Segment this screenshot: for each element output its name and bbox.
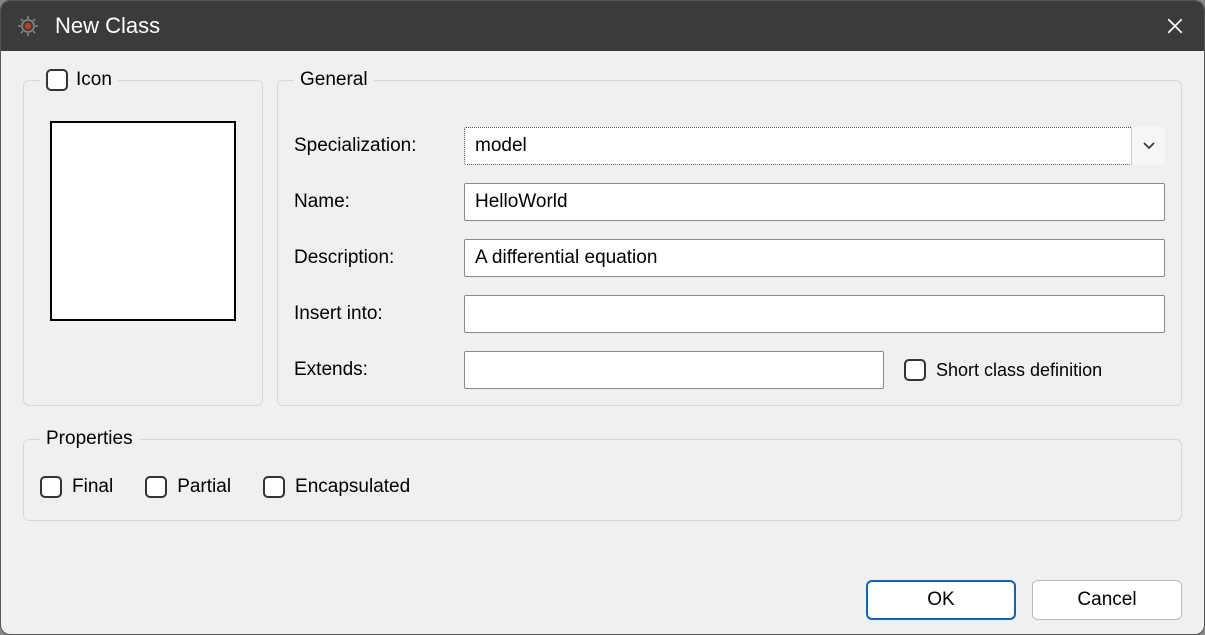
short-class-def-checkbox[interactable]: [904, 359, 926, 381]
specialization-dropdown-button[interactable]: [1131, 127, 1165, 165]
dialog-content: Icon General Specialization:: [1, 51, 1204, 634]
cancel-button[interactable]: Cancel: [1032, 580, 1182, 620]
extends-input[interactable]: [464, 351, 884, 389]
properties-group: Properties Final Partial Encapsulated: [23, 428, 1182, 521]
app-gear-icon: [15, 13, 41, 39]
row-description: Description:: [294, 239, 1165, 277]
encapsulated-checkbox[interactable]: [263, 476, 285, 498]
cancel-button-label: Cancel: [1077, 589, 1136, 611]
specialization-combo[interactable]: [464, 127, 1165, 165]
label-description: Description:: [294, 247, 454, 269]
partial-item: Partial: [145, 476, 231, 498]
chevron-down-icon: [1143, 142, 1155, 150]
general-legend: General: [294, 69, 374, 91]
ok-button-label: OK: [927, 589, 954, 611]
row-extends: Extends: Short class definition: [294, 351, 1165, 389]
final-checkbox[interactable]: [40, 476, 62, 498]
label-name: Name:: [294, 191, 454, 213]
final-label: Final: [72, 476, 113, 498]
icon-checkbox[interactable]: [46, 69, 68, 91]
encapsulated-item: Encapsulated: [263, 476, 410, 498]
encapsulated-label: Encapsulated: [295, 476, 410, 498]
name-input[interactable]: [464, 183, 1165, 221]
short-class-def-wrap: Short class definition: [904, 359, 1102, 381]
dialog-window: New Class Icon General Specialization:: [0, 0, 1205, 635]
ok-button[interactable]: OK: [866, 580, 1016, 620]
icon-legend-label: Icon: [76, 69, 112, 91]
row-specialization: Specialization:: [294, 127, 1165, 165]
properties-legend: Properties: [40, 428, 139, 450]
button-row: OK Cancel: [23, 562, 1182, 620]
icon-preview-box[interactable]: [50, 121, 236, 321]
partial-label: Partial: [177, 476, 231, 498]
label-specialization: Specialization:: [294, 135, 454, 157]
close-button[interactable]: [1160, 11, 1190, 41]
titlebar: New Class: [1, 1, 1204, 51]
short-class-def-label: Short class definition: [936, 360, 1102, 381]
icon-legend: Icon: [40, 69, 118, 91]
window-title: New Class: [55, 13, 1160, 39]
label-insert-into: Insert into:: [294, 303, 454, 325]
specialization-input[interactable]: [464, 127, 1165, 165]
top-row: Icon General Specialization:: [23, 69, 1182, 406]
label-extends: Extends:: [294, 359, 454, 381]
partial-checkbox[interactable]: [145, 476, 167, 498]
properties-row: Final Partial Encapsulated: [40, 462, 1165, 504]
insert-into-input[interactable]: [464, 295, 1165, 333]
description-input[interactable]: [464, 239, 1165, 277]
close-icon: [1166, 17, 1184, 35]
row-name: Name:: [294, 183, 1165, 221]
icon-group: Icon: [23, 69, 263, 406]
general-group: General Specialization: Name:: [277, 69, 1182, 406]
final-item: Final: [40, 476, 113, 498]
row-insert-into: Insert into:: [294, 295, 1165, 333]
